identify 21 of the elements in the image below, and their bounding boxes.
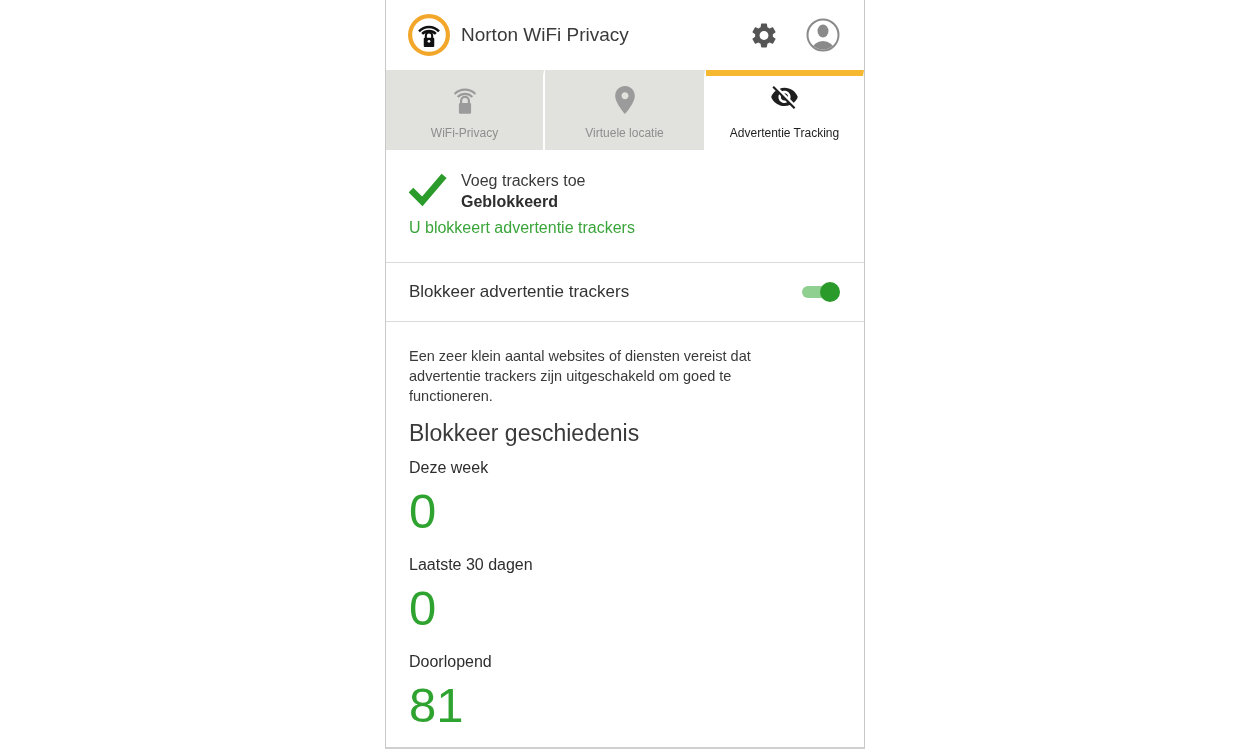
- status-value: Geblokkeerd: [461, 192, 559, 212]
- location-pin-icon: [614, 86, 635, 114]
- section-heading: Blokkeer geschiedenis: [409, 419, 641, 447]
- eye-slash-icon: [771, 86, 798, 109]
- status-message: U blokkeert advertentie trackers: [409, 218, 635, 238]
- wifi-lock-icon: [451, 86, 478, 114]
- setting-label: Blokkeer advertentie trackers: [409, 282, 630, 302]
- app-title: Norton WiFi Privacy: [461, 24, 629, 46]
- stat-label: Deze week: [409, 458, 489, 478]
- tab[interactable]: Virtuele locatie: [545, 70, 705, 150]
- stat-value: 81: [409, 677, 464, 733]
- stat-label: Doorlopend: [409, 652, 492, 672]
- stat-value: 0: [409, 483, 437, 539]
- settings-icon[interactable]: [752, 22, 776, 48]
- stat-label: Laatste 30 dagen: [409, 555, 533, 575]
- description-text: Een zeer klein aantal websites of diensten vereist dat advertentie trackers zijn uitgeschakeld om goed te functioneren.: [409, 347, 752, 406]
- account-icon[interactable]: [806, 18, 840, 52]
- stat-value: 0: [409, 580, 437, 636]
- status-title: Voeg trackers toe: [461, 171, 586, 191]
- tab[interactable]: WiFi-Privacy: [386, 70, 544, 150]
- logo-icon: [408, 14, 450, 56]
